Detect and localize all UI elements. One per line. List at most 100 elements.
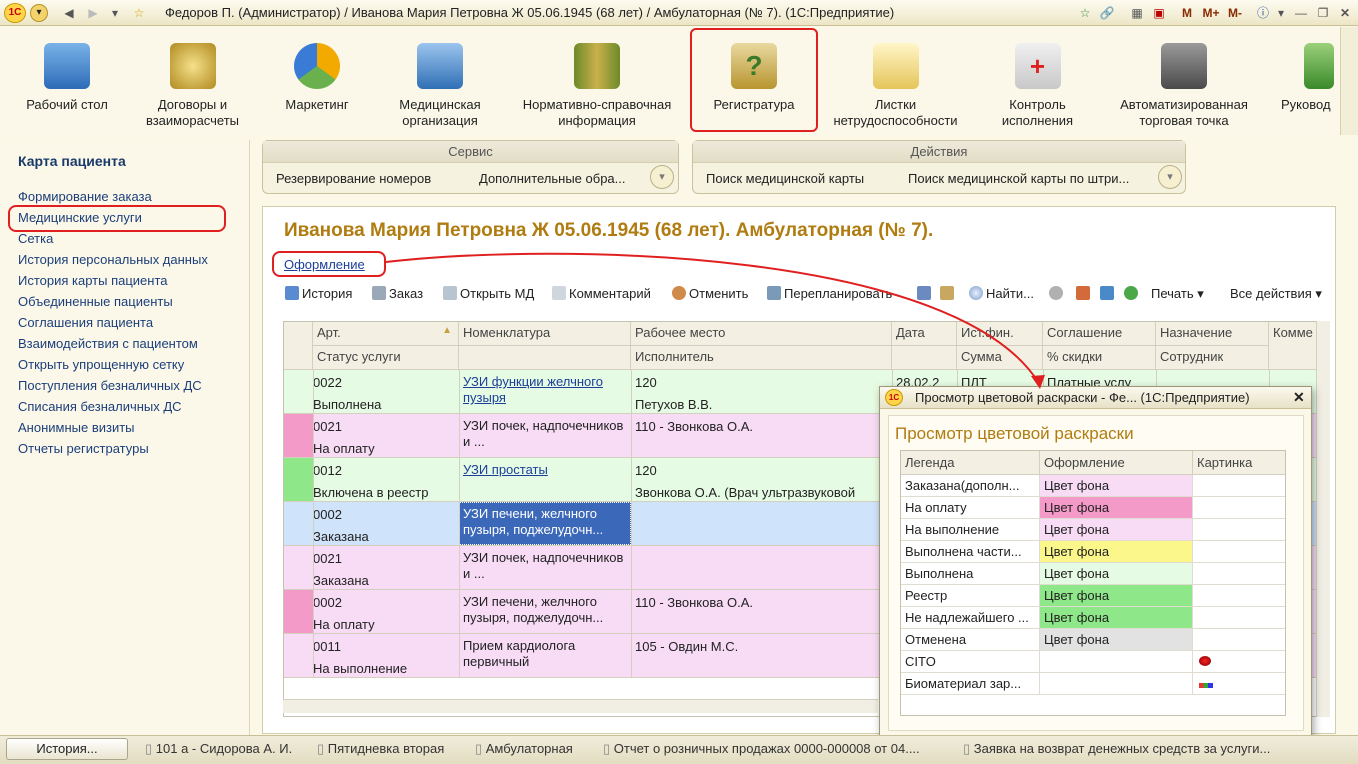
history-dropdown-icon[interactable]: ▾ <box>106 4 124 22</box>
color-legend-table[interactable]: Легенда Оформление Картинка Заказана(доп… <box>900 450 1286 716</box>
move-down-button[interactable] <box>1076 286 1093 301</box>
open-md-button[interactable]: Открыть МД <box>443 286 534 301</box>
sort-button[interactable] <box>1100 286 1117 301</box>
column-header-agreement[interactable]: Соглашение <box>1043 322 1156 346</box>
column-header-fin-source[interactable]: Ист.фин. <box>957 322 1043 346</box>
refresh-button[interactable] <box>1124 286 1141 301</box>
link-icon[interactable]: 🔗 <box>1098 4 1116 22</box>
memory-m-button[interactable]: M <box>1178 4 1196 22</box>
legend-row[interactable]: На выполнение Цвет фона <box>901 519 1285 541</box>
legend-row[interactable]: Выполнена Цвет фона <box>901 563 1285 585</box>
service-additional[interactable]: Дополнительные обра... <box>479 171 626 186</box>
section-desk[interactable]: Рабочий стол <box>22 27 112 135</box>
open-window-tab[interactable]: ▯ Отчет о розничных продажах 0000-000008… <box>603 741 920 757</box>
main-menu-icon[interactable]: ▾ <box>30 4 48 22</box>
chevron-down-icon[interactable]: ▾ <box>650 165 674 189</box>
section-med-org[interactable]: Медицинская организация <box>385 27 495 135</box>
memory-plus-button[interactable]: M+ <box>1200 4 1222 22</box>
find-button[interactable]: Найти... <box>969 286 1034 301</box>
nav-item-anonymous-visits[interactable]: Анонимные визиты <box>18 420 135 435</box>
column-header-executor[interactable]: Исполнитель <box>631 346 892 370</box>
column-header-workplace[interactable]: Рабочее место <box>631 322 892 346</box>
nav-item-patient-agreements[interactable]: Соглашения пациента <box>18 315 153 330</box>
service-reserve-numbers[interactable]: Резервирование номеров <box>276 171 431 186</box>
filter-button[interactable] <box>917 286 934 301</box>
action-find-card[interactable]: Поиск медицинской карты <box>706 171 864 186</box>
nav-item-cashless-receipts[interactable]: Поступления безналичных ДС <box>18 378 202 393</box>
memory-minus-button[interactable]: M- <box>1224 4 1246 22</box>
minimize-icon[interactable]: — <box>1292 4 1310 22</box>
popup-close-icon[interactable]: ✕ <box>1293 389 1305 406</box>
favorites-star-icon[interactable]: ☆ <box>130 4 148 22</box>
print-menu[interactable]: Печать ▾ <box>1151 286 1204 302</box>
history-button[interactable]: История <box>285 286 352 301</box>
close-icon[interactable]: ✕ <box>1336 4 1354 22</box>
open-window-tab[interactable]: ▯ Амбулаторная <box>475 741 573 757</box>
legend-row[interactable]: Не надлежайшего ... Цвет фона <box>901 607 1285 629</box>
section-management[interactable]: Руковод <box>1276 27 1340 135</box>
picture-column-header[interactable]: Картинка <box>1193 451 1285 475</box>
column-header-assignment[interactable]: Назначение <box>1156 322 1269 346</box>
calculator-icon[interactable]: ▦ <box>1128 4 1146 22</box>
nav-item-merged-patients[interactable]: Объединенные пациенты <box>18 294 173 309</box>
column-header-discount[interactable]: % скидки <box>1043 346 1156 370</box>
settings-list-button[interactable] <box>940 286 957 301</box>
forward-icon[interactable]: ▶ <box>84 4 102 22</box>
open-window-tab[interactable]: ▯ Заявка на возврат денежных средств за … <box>963 741 1270 757</box>
legend-row[interactable]: Выполнена части... Цвет фона <box>901 541 1285 563</box>
legend-row[interactable]: CITO <box>901 651 1285 673</box>
legend-row[interactable]: Реестр Цвет фона <box>901 585 1285 607</box>
nav-item-simple-grid[interactable]: Открыть упрощенную сетку <box>18 357 184 372</box>
section-pos[interactable]: Автоматизированная торговая точка <box>1105 27 1263 135</box>
nav-item-order-formation[interactable]: Формирование заказа <box>18 189 152 204</box>
section-marketing[interactable]: Маркетинг <box>272 27 362 135</box>
sections-scrollbar[interactable] <box>1340 27 1358 135</box>
section-sick-leave[interactable]: Листки нетрудоспособности <box>823 27 968 135</box>
nav-item-grid[interactable]: Сетка <box>18 231 53 246</box>
legend-row[interactable]: Отменена Цвет фона <box>901 629 1285 651</box>
table-horizontal-scrollbar[interactable] <box>283 699 878 713</box>
cancel-button[interactable]: Отменить <box>672 286 748 301</box>
nav-item-card-history[interactable]: История карты пациента <box>18 273 168 288</box>
nav-item-cashless-writeoffs[interactable]: Списания безналичных ДС <box>18 399 182 414</box>
legend-column-header[interactable]: Легенда <box>901 451 1040 475</box>
1c-logo-icon[interactable]: 1С <box>4 3 26 23</box>
info-icon[interactable]: ⓘ <box>1254 4 1272 22</box>
column-divider <box>313 458 314 502</box>
table-vertical-scrollbar[interactable] <box>1316 321 1330 717</box>
column-header-employee[interactable]: Сотрудник <box>1156 346 1269 370</box>
nav-item-personal-data-history[interactable]: История персональных данных <box>18 252 208 267</box>
nomenclature-cell[interactable]: УЗИ функции желчного пузыря <box>463 374 628 410</box>
calendar-icon[interactable]: ▣ <box>1150 4 1168 22</box>
column-header-sum[interactable]: Сумма <box>957 346 1043 370</box>
legend-row[interactable]: Биоматериал зар... <box>901 673 1285 695</box>
nav-item-registry-reports[interactable]: Отчеты регистратуры <box>18 441 149 456</box>
legend-row[interactable]: На оплату Цвет фона <box>901 497 1285 519</box>
column-header-nomenclature[interactable]: Номенклатура <box>459 322 631 346</box>
order-button[interactable]: Заказ <box>372 286 423 301</box>
favorite-add-icon[interactable]: ☆ <box>1076 4 1094 22</box>
section-contracts[interactable]: Договоры и взаиморасчеты <box>130 27 255 135</box>
comment-button[interactable]: Комментарий <box>552 286 651 301</box>
history-button[interactable]: История... <box>6 738 128 760</box>
open-window-tab[interactable]: ▯ Пятидневка вторая <box>317 741 444 757</box>
nav-item-patient-interactions[interactable]: Взаимодействия с пациентом <box>18 336 198 351</box>
back-icon[interactable]: ◀ <box>60 4 78 22</box>
column-header-art[interactable]: Арт. ▲ <box>313 322 459 346</box>
all-actions-menu[interactable]: Все действия ▾ <box>1230 286 1322 302</box>
section-control[interactable]: + Контроль исполнения <box>985 27 1090 135</box>
cancel-search-button[interactable] <box>1049 286 1066 301</box>
open-window-tab[interactable]: ▯ 101 а - Сидорова А. И. <box>145 741 292 757</box>
legend-row[interactable]: Заказана(дополн... Цвет фона <box>901 475 1285 497</box>
column-header-date[interactable]: Дата <box>892 322 957 346</box>
maximize-icon[interactable]: ❐ <box>1314 4 1332 22</box>
info-dropdown-icon[interactable]: ▾ <box>1272 4 1290 22</box>
column-header-status[interactable]: Статус услуги <box>313 346 459 370</box>
chevron-down-icon[interactable]: ▾ <box>1158 165 1182 189</box>
appearance-column-header[interactable]: Оформление <box>1040 451 1193 475</box>
nomenclature-cell[interactable]: УЗИ простаты <box>463 462 628 498</box>
action-find-card-barcode[interactable]: Поиск медицинской карты по штри... <box>908 171 1129 186</box>
order-icon <box>372 286 386 300</box>
reschedule-button[interactable]: Перепланировать <box>767 286 892 301</box>
section-reference-info[interactable]: Нормативно-справочная информация <box>512 27 682 135</box>
